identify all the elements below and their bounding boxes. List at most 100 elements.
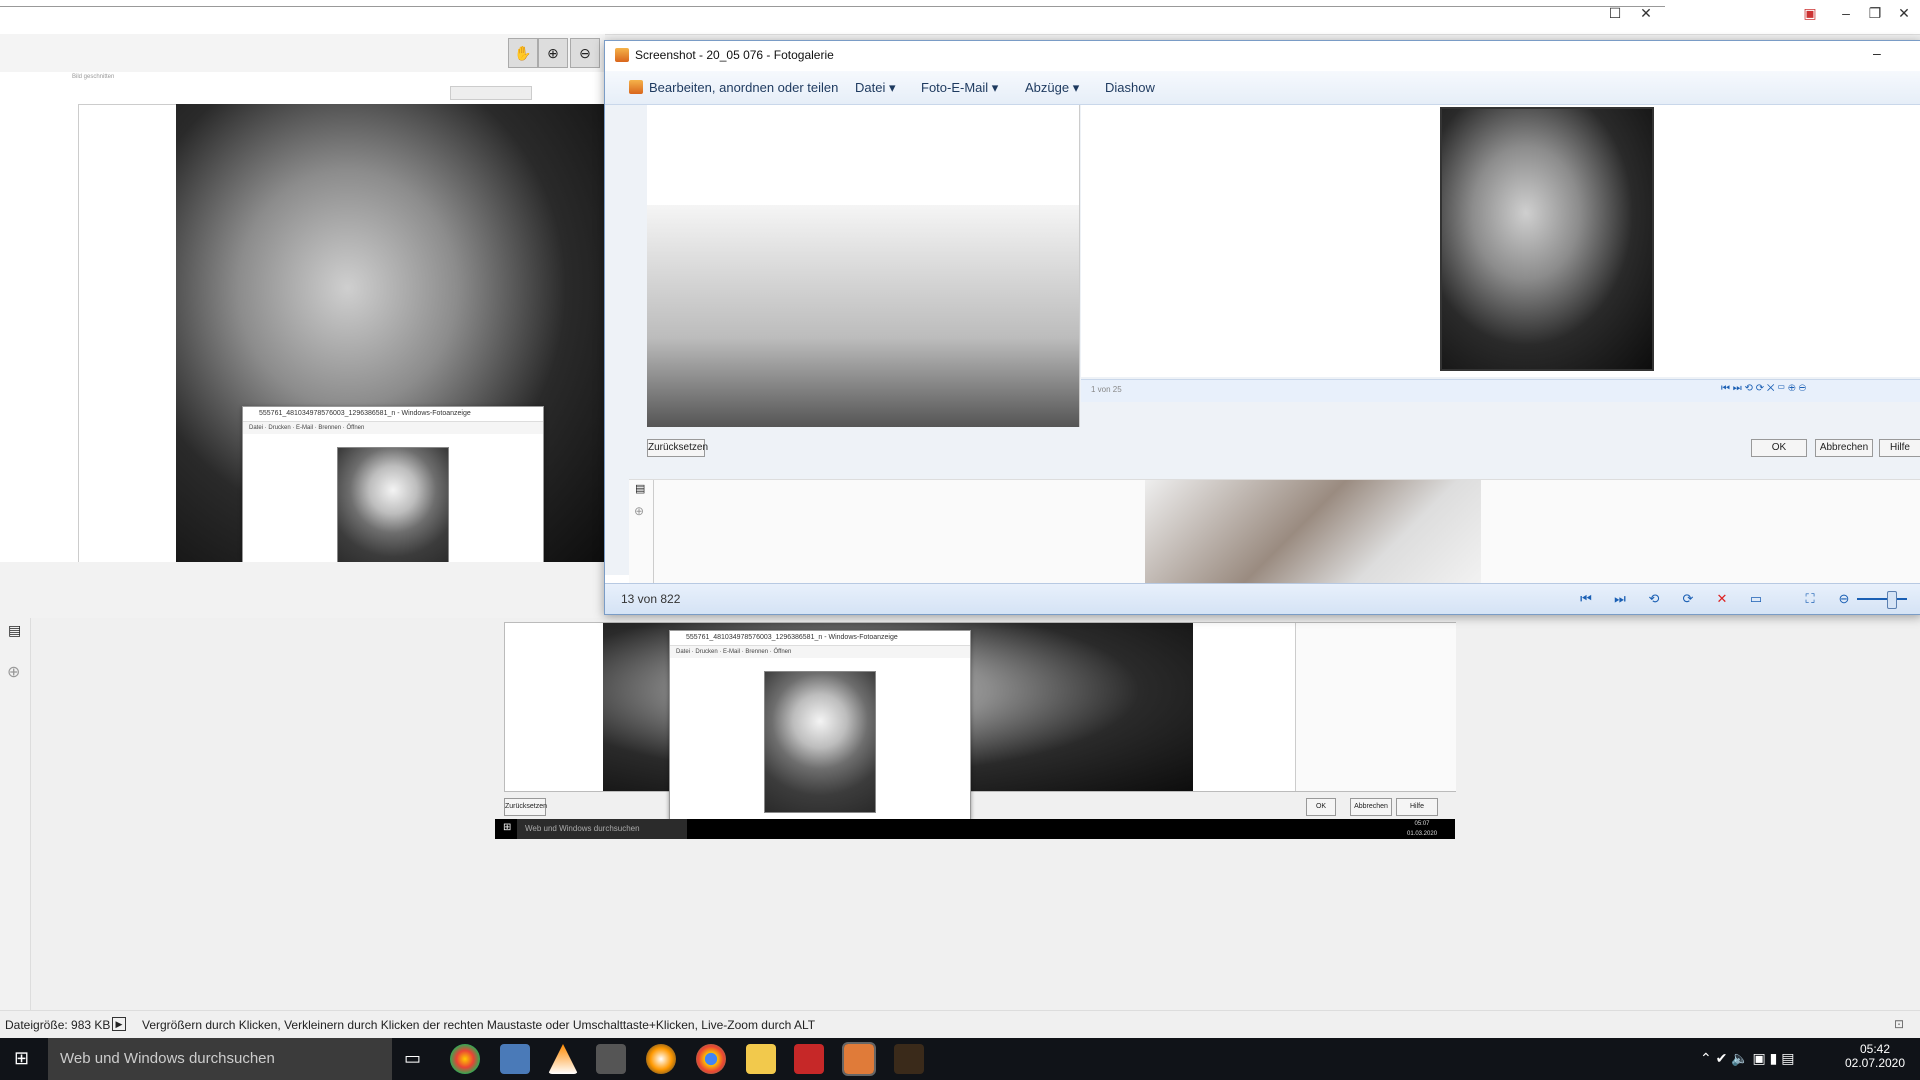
image-canvas[interactable]: Bild geschnitten 555761_481034978576003_… [0, 72, 605, 569]
gallery-counter: 13 von 822 [621, 592, 681, 606]
nested-taskbar: ⊞ Web und Windows durchsuchen 05:07 01.0… [495, 819, 1455, 839]
rose-photo [764, 671, 876, 813]
menu-datei[interactable]: Datei [249, 425, 263, 431]
gallery-status-bar: 13 von 822 ⏮ ⏭ ⟲ ⟳ ✕ ▭ ⛶ ⊖ [605, 583, 1920, 614]
taskbar-clock[interactable]: 05:42 02.07.2020 [1840, 1042, 1910, 1070]
menu-datei[interactable]: Datei [676, 649, 690, 655]
nested-screenshot-area [504, 622, 1456, 792]
add-icon[interactable]: ⊕ [634, 504, 644, 518]
photo-gallery-window[interactable]: Screenshot - 20_05 076 - Fotogalerie – B… [604, 40, 1920, 615]
settings-icon[interactable]: ⊡ [1894, 1017, 1904, 1031]
ruler-hint: Bild geschnitten [72, 74, 115, 80]
gallery-menu-bar: Bearbeiten, anordnen oder teilen Datei ▾… [605, 71, 1920, 105]
menu-file[interactable]: Datei ▾ [855, 80, 896, 96]
photo-viewer-icon[interactable] [500, 1044, 530, 1074]
taskbar: ⊞ Web und Windows durchsuchen ▭ ⌃ ✔ 🔈 ▣ … [0, 1038, 1920, 1080]
menu-edit-share[interactable]: Bearbeiten, anordnen oder teilen [649, 80, 838, 95]
nested-search-box[interactable]: Web und Windows durchsuchen [517, 819, 687, 839]
gallery-title-bar: Screenshot - 20_05 076 - Fotogalerie – [605, 41, 1920, 71]
next-photo-icon[interactable]: ⏭ [1611, 591, 1629, 607]
first-photo-icon[interactable]: ⏮ [1577, 591, 1595, 607]
menu-drucken[interactable]: Drucken [695, 649, 717, 655]
windows-start-icon[interactable]: ⊞ [14, 1048, 29, 1069]
app-icon[interactable] [894, 1044, 924, 1074]
hand-tool-icon[interactable]: ✋ [508, 38, 538, 68]
menu-brennen[interactable]: Brennen [318, 425, 341, 431]
taskbar-date: 02.07.2020 [1844, 1056, 1906, 1070]
menu-file-label: Datei [855, 80, 886, 95]
zoom-out-icon[interactable]: ⊖ [1835, 591, 1853, 607]
add-icon[interactable]: ⊕ [7, 662, 20, 682]
nested-counter: 1 von 25 [1091, 385, 1122, 394]
zoom-out-icon[interactable]: ⊖ [570, 38, 600, 68]
left-empty-panel [0, 562, 605, 618]
ok-button[interactable]: OK [1751, 439, 1807, 457]
photo-gallery-taskbar-icon[interactable] [842, 1042, 876, 1076]
menu-drucken[interactable]: Drucken [268, 425, 290, 431]
scanner-icon[interactable] [596, 1044, 626, 1074]
film-icon[interactable]: ▤ [635, 482, 645, 495]
lower-photo-viewer-window[interactable]: 555761_481034978576003_1296386581_n - Wi… [669, 630, 971, 820]
menu-email[interactable]: E-Mail [723, 649, 740, 655]
play-icon[interactable]: ▶ [112, 1017, 126, 1031]
gallery-minimize-button[interactable]: – [1873, 45, 1881, 61]
edit-icon [629, 80, 643, 94]
menu-prints[interactable]: Abzüge ▾ [1025, 80, 1079, 96]
nested-ok-button[interactable]: OK [1306, 798, 1336, 816]
vlc-icon[interactable] [548, 1044, 578, 1074]
nested-nav-icons[interactable]: ⏮ ⏭ ⟲ ⟳ ✕ ▭ ⊕ ⊖ [1721, 383, 1806, 394]
slideshow-icon[interactable]: ▭ [1747, 591, 1765, 607]
left-side-strip: ▤ ⊕ [0, 618, 31, 1010]
nested-reset-button[interactable]: Zurücksetzen [504, 798, 547, 816]
menu-oeffnen[interactable]: Öffnen [773, 649, 791, 655]
nested-time: 05:07 [1414, 821, 1430, 827]
filmstrip-side: ▤ ⊕ [629, 480, 654, 592]
close-outer-button[interactable]: ✕ [1884, 2, 1920, 24]
rotate-right-icon[interactable]: ⟳ [1679, 591, 1697, 607]
inner-viewer-menu: Datei · Drucken · E-Mail · Brennen · Öff… [243, 422, 543, 434]
zoom-toolbar: ✋ ⊕ ⊖ [0, 34, 605, 73]
delete-icon[interactable]: ✕ [1713, 591, 1731, 607]
menu-photo-email-label: Foto-E-Mail [921, 80, 989, 95]
reset-button[interactable]: Zurücksetzen [647, 439, 708, 457]
menu-photo-email[interactable]: Foto-E-Mail ▾ [921, 80, 998, 96]
gallery-app-icon [615, 48, 629, 62]
inner-photo-viewer-window[interactable]: 555761_481034978576003_1296386581_n - Wi… [242, 406, 544, 569]
task-view-icon[interactable]: ▭ [404, 1048, 421, 1069]
taskbar-time: 05:42 [1859, 1042, 1891, 1056]
nested-help-button[interactable]: Hilfe [1396, 798, 1438, 816]
system-tray-icons[interactable]: ⌃ ✔ 🔈 ▣ ▮ ▤ [1700, 1050, 1795, 1067]
photo-app-icon[interactable] [794, 1044, 824, 1074]
cancel-button[interactable]: Abbrechen [1815, 439, 1873, 457]
nested-gallery-view [1081, 105, 1920, 377]
rotate-left-icon[interactable]: ⟲ [1645, 591, 1663, 607]
zoom-in-icon[interactable]: ⊕ [538, 38, 568, 68]
file-explorer-icon[interactable] [746, 1044, 776, 1074]
zoom-slider-thumb[interactable] [1887, 591, 1897, 609]
left-crop-preview [647, 105, 1080, 427]
status-bar: Dateigröße: 983 KB ▶ Vergrößern durch Kl… [0, 1010, 1920, 1039]
chrome-icon[interactable] [696, 1044, 726, 1074]
menu-oeffnen[interactable]: Öffnen [346, 425, 364, 431]
menu-email[interactable]: E-Mail [296, 425, 313, 431]
taskbar-search-box[interactable]: Web und Windows durchsuchen [48, 1038, 392, 1080]
file-size-label: Dateigröße: 983 KB [5, 1018, 111, 1032]
gallery-content: 1 von 25 ⏮ ⏭ ⟲ ⟳ ✕ ▭ ⊕ ⊖ Zurücksetzen OK… [605, 105, 1920, 592]
shirtless-photo [1145, 480, 1481, 592]
close-button[interactable]: ✕ [1626, 2, 1666, 24]
menu-brennen[interactable]: Brennen [745, 649, 768, 655]
hint-text: Vergrößern durch Klicken, Verkleinern du… [142, 1018, 816, 1032]
filmstrip-area: ▤ ⊕ [629, 479, 1920, 592]
margin-panel [78, 104, 180, 566]
picasa-icon[interactable] [450, 1044, 480, 1074]
nested-date: 01.03.2020 [1407, 831, 1438, 837]
film-icon[interactable]: ▤ [8, 622, 21, 639]
menu-slideshow[interactable]: Diashow [1105, 80, 1155, 95]
windows-start-icon[interactable]: ⊞ [503, 822, 511, 833]
burner-icon[interactable] [646, 1044, 676, 1074]
nested-cancel-button[interactable]: Abbrechen [1350, 798, 1392, 816]
user-icon[interactable]: ▣ [1790, 2, 1830, 24]
help-button[interactable]: Hilfe [1879, 439, 1920, 457]
zoom-slider-track[interactable] [1857, 598, 1907, 600]
fit-window-icon[interactable]: ⛶ [1801, 591, 1819, 607]
